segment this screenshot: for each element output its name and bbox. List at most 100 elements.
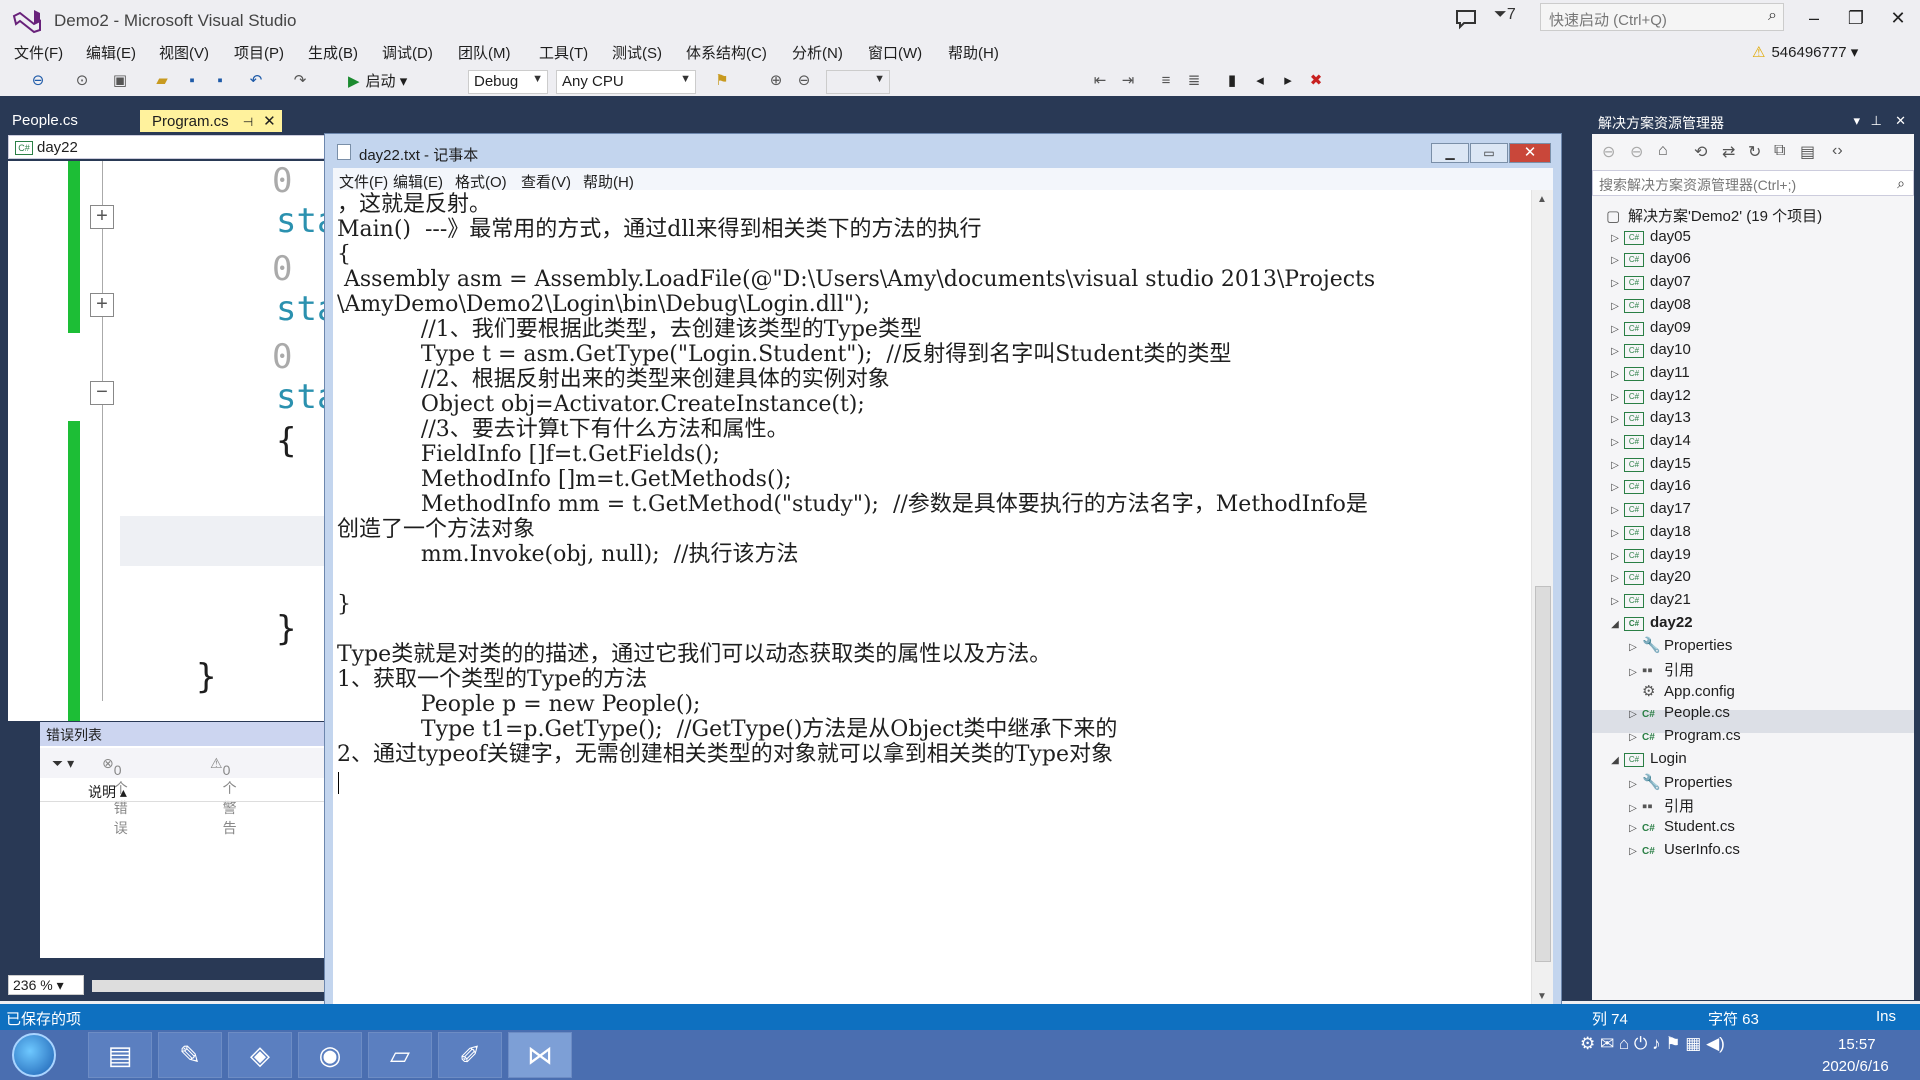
tree-item[interactable]: ▷ C# Program.cs — [1624, 727, 1741, 750]
menu-debug[interactable]: 调试(D) — [382, 42, 433, 63]
tree-item[interactable]: ▷ 🔧 Properties — [1624, 636, 1732, 659]
project-node[interactable]: ▷ C# day13 — [1606, 409, 1691, 432]
paint-taskbar-icon[interactable]: ✐ — [438, 1032, 502, 1078]
menu-architecture[interactable]: 体系结构(C) — [686, 42, 767, 63]
project-node-day22[interactable]: ◢ C# day22 — [1606, 614, 1693, 637]
minimize-icon[interactable]: ▁ — [1431, 143, 1469, 163]
minimize-icon[interactable]: – — [1794, 4, 1834, 32]
save-all-icon[interactable]: ▪ — [210, 71, 230, 91]
code-editor[interactable]: + + − 0 sta 0 sta 0 sta { } } — [8, 161, 328, 721]
forward-icon[interactable]: ⊖ — [1630, 142, 1643, 162]
expand-arrow-icon[interactable]: ▷ — [1606, 505, 1624, 516]
app-taskbar-icon[interactable]: ◈ — [228, 1032, 292, 1078]
back-icon[interactable]: ⊖ — [28, 71, 48, 91]
close-icon[interactable]: ✕ — [1895, 113, 1906, 129]
history-icon[interactable]: ⟲ — [1694, 142, 1707, 162]
show-all-files-icon[interactable]: ▤ — [1800, 142, 1815, 162]
close-icon[interactable]: ✕ — [1509, 143, 1551, 163]
expand-arrow-icon[interactable]: ▷ — [1606, 596, 1624, 607]
windows-start-icon[interactable] — [12, 1033, 56, 1077]
menu-analyze[interactable]: 分析(N) — [792, 42, 843, 63]
menu-team[interactable]: 团队(M) — [458, 42, 511, 63]
expanded-arrow-icon[interactable]: ◢ — [1606, 619, 1624, 630]
expand-arrow-icon[interactable]: ▷ — [1606, 573, 1624, 584]
project-node[interactable]: ▷ C# day08 — [1606, 296, 1691, 319]
tab-people-cs[interactable]: People.cs — [0, 110, 140, 132]
refresh-icon[interactable]: ↻ — [1748, 142, 1761, 162]
expand-arrow-icon[interactable]: ▷ — [1606, 278, 1624, 289]
restore-icon[interactable]: ❐ — [1836, 4, 1876, 32]
editor-zoom-select[interactable]: 236 % ▾ — [8, 975, 84, 995]
warnings-filter-button[interactable]: ⚠ 0 个警告 — [210, 755, 237, 836]
expand-arrow-icon[interactable]: ▷ — [1624, 846, 1642, 857]
notepad-title-bar[interactable]: day22.txt - 记事本 ▁ ▭ ✕ — [325, 134, 1561, 168]
expand-arrow-icon[interactable]: ▷ — [1606, 482, 1624, 493]
menu-view[interactable]: 视图(V) — [159, 42, 209, 63]
expand-arrow-icon[interactable]: ▷ — [1624, 667, 1642, 678]
menu-build[interactable]: 生成(B) — [308, 42, 358, 63]
menu-edit[interactable]: 编辑(E) — [86, 42, 136, 63]
expand-arrow-icon[interactable]: ▷ — [1606, 392, 1624, 403]
project-node[interactable]: ▷ C# day06 — [1606, 250, 1691, 273]
tree-item[interactable]: ▷ 🔧 Properties — [1624, 773, 1732, 796]
errors-filter-button[interactable]: ⊗ 0 个错误 — [102, 755, 128, 836]
back-icon[interactable]: ⊖ — [1602, 142, 1615, 162]
redo-icon[interactable]: ↷ — [290, 71, 310, 91]
expand-arrow-icon[interactable]: ▷ — [1606, 551, 1624, 562]
new-project-icon[interactable]: ▣ — [110, 71, 130, 91]
expand-arrow-icon[interactable]: ▷ — [1606, 301, 1624, 312]
menu-help[interactable]: 帮助(H) — [948, 42, 999, 63]
notepad-text-area[interactable]: ，这就是反射。 Main() ---》最常用的方式，通过dll来得到相关类下的方法… — [333, 190, 1531, 1006]
project-node[interactable]: ▷ C# day19 — [1606, 546, 1691, 569]
tool-taskbar-icon[interactable]: ✎ — [158, 1032, 222, 1078]
notepad-menu-format[interactable]: 格式(O) — [455, 171, 507, 192]
menu-file[interactable]: 文件(F) — [14, 42, 63, 63]
notepad-taskbar-icon[interactable]: ▱ — [368, 1032, 432, 1078]
menu-window[interactable]: 窗口(W) — [868, 42, 922, 63]
vertical-scrollbar[interactable]: ▲ ▼ — [1531, 190, 1553, 1006]
expand-arrow-icon[interactable]: ▷ — [1606, 369, 1624, 380]
pin-icon[interactable]: ⊥ — [1871, 113, 1882, 129]
forward-icon[interactable]: ⊙ — [72, 71, 92, 91]
project-node[interactable]: ▷ C# day16 — [1606, 477, 1691, 500]
pin-icon[interactable]: ⊣ — [243, 115, 253, 129]
comment-icon[interactable]: ≡ — [1156, 71, 1176, 91]
project-node[interactable]: ▷ C# day18 — [1606, 523, 1691, 546]
bookmark-icon[interactable]: ▮ — [1222, 71, 1242, 91]
explorer-taskbar-icon[interactable]: ▤ — [88, 1032, 152, 1078]
tree-item[interactable]: ▷ ▪▪ 引用 — [1624, 795, 1694, 818]
tree-item[interactable]: ▷ C# People.cs — [1624, 704, 1730, 727]
column-header-description[interactable]: 说明 ▴ — [40, 778, 328, 802]
project-node[interactable]: ▷ C# day09 — [1606, 319, 1691, 342]
zoom-select[interactable]: ▼ — [826, 70, 890, 94]
project-node[interactable]: ▷ C# day14 — [1606, 432, 1691, 455]
tree-item[interactable]: ▷ C# UserInfo.cs — [1624, 841, 1740, 864]
tree-item[interactable]: ▷ C# Student.cs — [1624, 818, 1735, 841]
next-bookmark-icon[interactable]: ▸ — [1278, 71, 1298, 91]
project-node-login[interactable]: ◢ C# Login — [1606, 750, 1687, 773]
sync-icon[interactable]: ⇄ — [1722, 142, 1735, 162]
collapse-icon[interactable]: − — [90, 381, 114, 405]
project-node[interactable]: ▷ C# day12 — [1606, 387, 1691, 410]
expand-arrow-icon[interactable]: ▷ — [1624, 803, 1642, 814]
solution-search-input[interactable]: 搜索解决方案资源管理器(Ctrl+;) ⌕ — [1592, 170, 1914, 196]
project-node[interactable]: ▷ C# day05 — [1606, 228, 1691, 251]
quick-launch-input[interactable]: 快速启动 (Ctrl+Q) ⌕ — [1540, 3, 1784, 31]
project-node[interactable]: ▷ C# day10 — [1606, 341, 1691, 364]
platform-select[interactable]: Any CPU ▼ — [556, 70, 696, 94]
chrome-taskbar-icon[interactable]: ◉ — [298, 1032, 362, 1078]
project-node[interactable]: ▷ C# day20 — [1606, 568, 1691, 591]
menu-project[interactable]: 项目(P) — [234, 42, 284, 63]
navigation-bar[interactable]: C# day22 — [8, 135, 328, 159]
feedback-filter[interactable]: ⏷7 — [1494, 6, 1530, 32]
project-node[interactable]: ▷ C# day07 — [1606, 273, 1691, 296]
collapse-all-icon[interactable]: ⧉ — [1774, 142, 1785, 160]
open-file-icon[interactable]: ▰ — [152, 71, 172, 91]
expand-arrow-icon[interactable]: ▷ — [1606, 528, 1624, 539]
config-select[interactable]: Debug ▼ — [468, 70, 548, 94]
tree-item[interactable]: ▷ ▪▪ 引用 — [1624, 659, 1694, 682]
menu-test[interactable]: 测试(S) — [612, 42, 662, 63]
expand-arrow-icon[interactable]: ▷ — [1606, 346, 1624, 357]
close-icon[interactable]: ✕ — [1878, 4, 1918, 32]
notepad-menu-edit[interactable]: 编辑(E) — [393, 171, 443, 192]
